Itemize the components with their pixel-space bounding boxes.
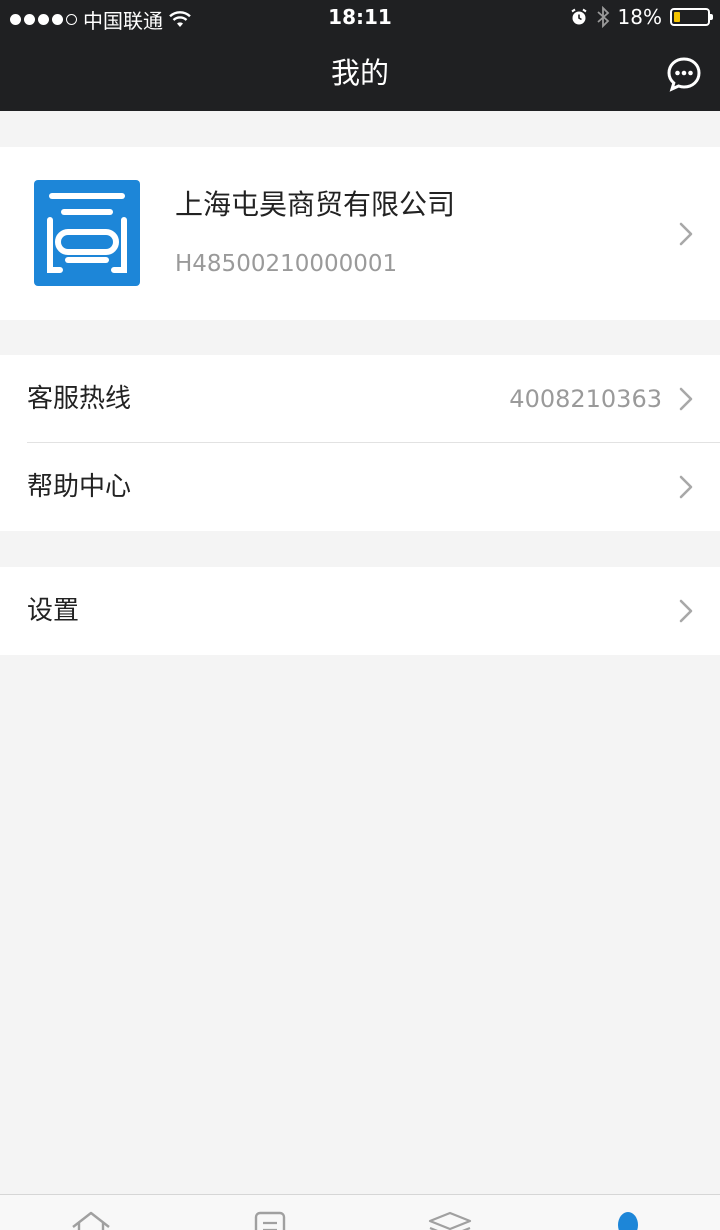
user-icon xyxy=(618,1212,638,1230)
chevron-right-icon xyxy=(679,387,693,411)
company-logo-icon xyxy=(34,180,140,286)
alarm-icon xyxy=(570,8,587,25)
battery-percent: 18% xyxy=(617,5,662,29)
bluetooth-icon xyxy=(596,6,609,28)
home-icon xyxy=(72,1211,110,1230)
support-list: 客服热线 4008210363 帮助中心 xyxy=(0,355,720,531)
help-center-row[interactable]: 帮助中心 xyxy=(0,443,720,531)
chevron-right-icon xyxy=(679,599,693,623)
help-center-label: 帮助中心 xyxy=(27,472,132,502)
hotline-row[interactable]: 客服热线 4008210363 xyxy=(0,355,720,443)
screen: 中国联通 18:11 18% 我的 上海屯昊商贸有限公司 H4850021000… xyxy=(0,0,720,1230)
chevron-right-icon xyxy=(679,475,693,499)
battery-fill xyxy=(674,12,680,22)
chat-bubble-icon xyxy=(667,57,701,92)
tab-orders[interactable] xyxy=(248,1209,292,1230)
company-code: H48500210000001 xyxy=(175,251,398,277)
status-right: 18% xyxy=(570,5,713,29)
tab-mine[interactable] xyxy=(606,1209,650,1230)
tab-home[interactable] xyxy=(69,1209,113,1230)
settings-label: 设置 xyxy=(27,596,80,626)
top-bar: 中国联通 18:11 18% 我的 xyxy=(0,0,720,111)
chevron-right-icon xyxy=(679,222,693,246)
company-name: 上海屯昊商贸有限公司 xyxy=(175,188,456,221)
settings-list: 设置 xyxy=(0,567,720,655)
tab-products[interactable] xyxy=(428,1209,472,1230)
layers-icon xyxy=(428,1211,472,1230)
status-bar: 中国联通 18:11 18% xyxy=(0,0,720,36)
hotline-label: 客服热线 xyxy=(27,384,132,414)
profile-card[interactable]: 上海屯昊商贸有限公司 H48500210000001 xyxy=(0,147,720,320)
tab-bar xyxy=(0,1194,720,1230)
settings-row[interactable]: 设置 xyxy=(0,567,720,655)
company-logo-glyph xyxy=(47,193,127,273)
battery-icon xyxy=(670,8,713,26)
message-button[interactable] xyxy=(666,56,702,92)
hotline-number: 4008210363 xyxy=(509,385,662,413)
document-icon xyxy=(254,1211,286,1230)
page-title: 我的 xyxy=(330,56,389,90)
nav-bar: 我的 xyxy=(0,36,720,111)
